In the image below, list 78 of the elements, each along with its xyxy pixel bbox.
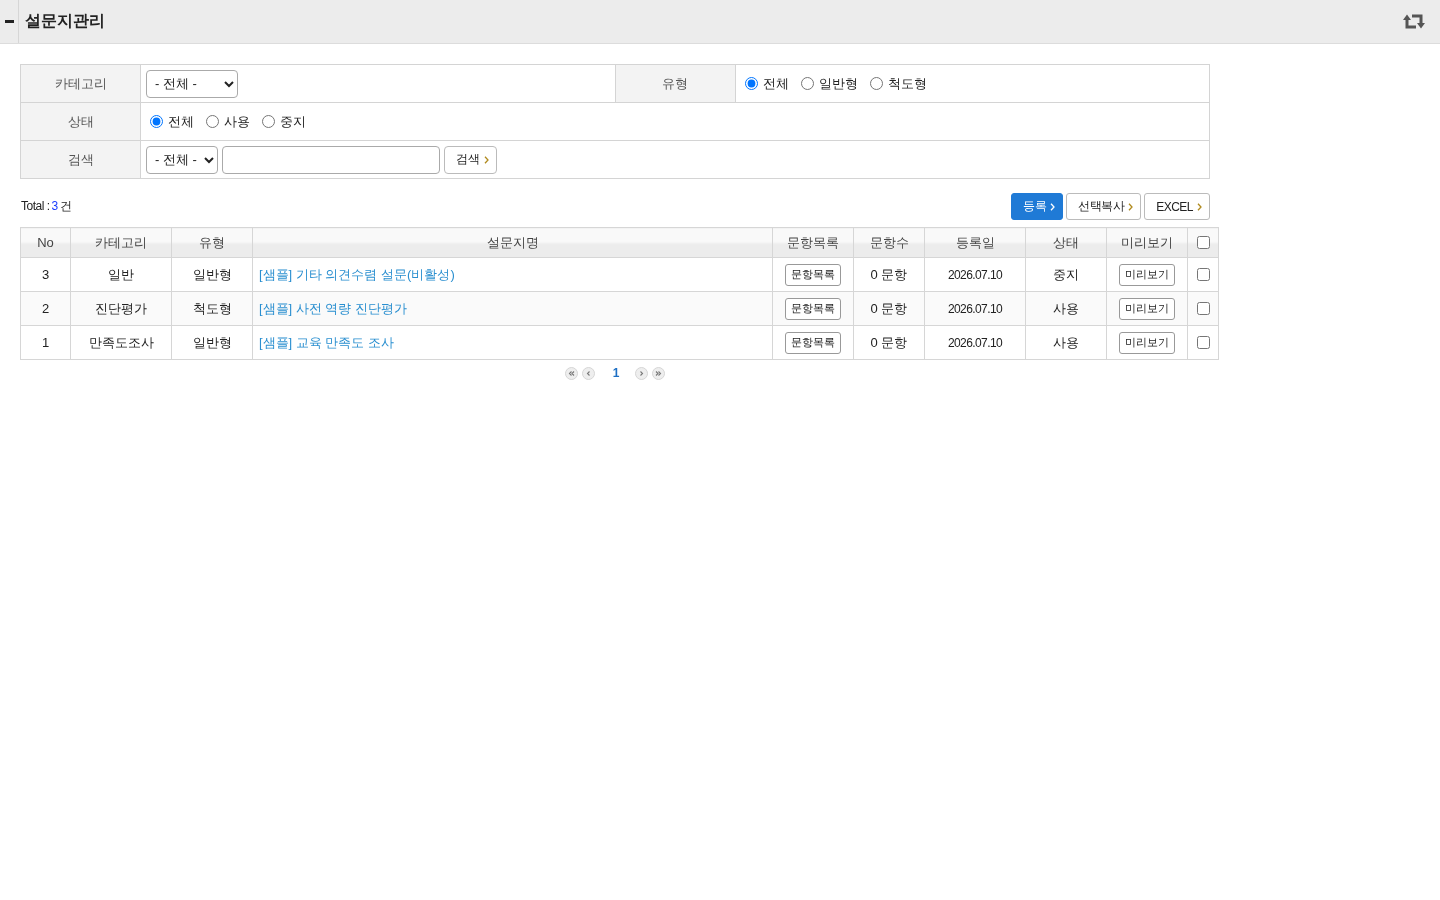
chevron-left-icon[interactable]	[581, 366, 595, 380]
preview-button[interactable]: 미리보기	[1119, 263, 1175, 286]
column-header: 등록일	[924, 227, 1026, 258]
column-header: 상태	[1025, 227, 1107, 258]
date-text: 2026.07.10	[947, 268, 1003, 282]
table-cell: 중지	[1025, 257, 1107, 292]
radio-label: 일반형	[818, 74, 858, 93]
radio-button[interactable]	[150, 115, 163, 128]
radio-label: 사용	[224, 112, 250, 131]
chevron-right-icon	[1050, 202, 1056, 211]
item-list-button[interactable]: 문항목록	[785, 331, 841, 354]
chevron-right-icon	[1128, 202, 1134, 211]
table-cell: 3	[20, 257, 71, 292]
chevron-right-icon[interactable]	[635, 366, 649, 380]
radio-label: 척도형	[887, 74, 927, 93]
filter-label: 유형	[615, 64, 735, 103]
radio-button[interactable]	[869, 77, 883, 90]
page-link[interactable]: 1	[612, 366, 620, 380]
total-label: Total :	[21, 199, 50, 213]
chevron-right-icon	[484, 155, 489, 164]
table-cell: 일반형	[171, 325, 253, 360]
double-chevron-right-icon[interactable]	[652, 366, 666, 380]
table-cell: 0 문항	[853, 257, 925, 292]
radio-button[interactable]	[262, 115, 275, 128]
table-cell: 일반형	[171, 257, 253, 292]
survey-title-link[interactable]: [샘플] 기타 의견수렴 설문(비활성)	[253, 266, 455, 282]
column-header: 유형	[171, 227, 253, 258]
preview-button[interactable]: 미리보기	[1119, 297, 1175, 320]
table-cell: 사용	[1025, 291, 1107, 326]
column-header: 설문지명	[252, 227, 773, 258]
column-header: 미리보기	[1106, 227, 1188, 258]
table-cell: 0 문항	[853, 291, 925, 326]
repeat-icon[interactable]	[1403, 13, 1425, 30]
date-text: 2026.07.10	[947, 336, 1003, 350]
column-header: No	[20, 227, 71, 258]
radio-label: 중지	[280, 112, 306, 131]
item-list-button[interactable]: 문항목록	[785, 297, 841, 320]
table-cell: 사용	[1025, 325, 1107, 360]
row-checkbox[interactable]	[1196, 268, 1210, 281]
search-button[interactable]: 검색	[444, 145, 497, 174]
row-checkbox[interactable]	[1196, 302, 1210, 315]
radio-label: 전체	[762, 74, 789, 93]
select-all-checkbox[interactable]	[1196, 236, 1210, 249]
action-button[interactable]: 등록	[1011, 193, 1064, 220]
date-text: 2026.07.10	[947, 302, 1003, 316]
table-cell: 0 문항	[853, 325, 925, 360]
radio-label: 전체	[168, 112, 194, 131]
radio-button[interactable]	[744, 77, 758, 90]
chevron-right-icon	[1197, 202, 1202, 211]
search-input[interactable]	[222, 145, 440, 174]
table-cell: 일반	[70, 257, 172, 292]
column-header: 문항수	[853, 227, 925, 258]
total-count: 3	[51, 199, 58, 213]
survey-title-link[interactable]: [샘플] 사전 역량 진단평가	[253, 300, 408, 316]
column-header: 카테고리	[70, 227, 172, 258]
row-checkbox[interactable]	[1196, 336, 1210, 349]
table-cell: 만족도조사	[70, 325, 172, 360]
category-select[interactable]: - 전체 -	[146, 69, 238, 98]
action-button[interactable]: EXCEL	[1144, 193, 1210, 220]
minus-icon[interactable]	[4, 20, 14, 23]
survey-title-link[interactable]: [샘플] 교육 만족도 조사	[253, 334, 395, 350]
filter-label: 카테고리	[20, 64, 141, 103]
double-chevron-left-icon[interactable]	[564, 366, 578, 380]
table-cell: 진단평가	[70, 291, 172, 326]
filter-label: 상태	[20, 102, 141, 141]
filter-label: 검색	[20, 140, 141, 179]
action-button[interactable]: 선택복사	[1066, 193, 1142, 220]
page-title: 설문지관리	[25, 11, 105, 31]
preview-button[interactable]: 미리보기	[1119, 331, 1175, 354]
table-cell: 2	[20, 291, 71, 326]
column-header: 문항목록	[772, 227, 854, 258]
radio-button[interactable]	[800, 77, 814, 90]
item-list-button[interactable]: 문항목록	[785, 263, 841, 286]
total-unit: 건	[59, 198, 72, 215]
radio-button[interactable]	[206, 115, 219, 128]
table-cell: 척도형	[171, 291, 253, 326]
table-cell: 1	[20, 325, 71, 360]
search-scope-select[interactable]: - 전체 -	[146, 145, 218, 174]
